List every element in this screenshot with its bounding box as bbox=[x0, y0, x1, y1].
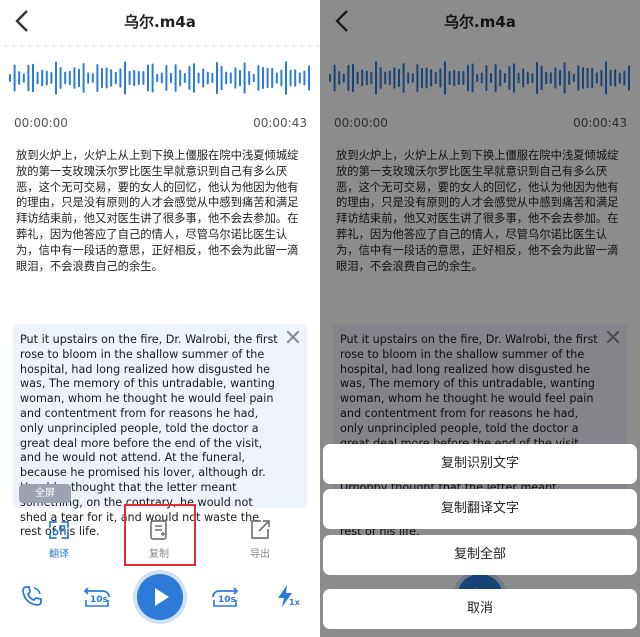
header: 乌尔.m4a bbox=[0, 0, 320, 42]
translate-icon bbox=[49, 521, 69, 539]
waveform-tick bbox=[237, 45, 239, 47]
waveform-tick bbox=[85, 45, 87, 47]
waveform-tick bbox=[285, 45, 287, 47]
fullscreen-button[interactable]: 全屏 bbox=[19, 484, 71, 503]
waveform-tick bbox=[205, 45, 207, 47]
waveform-tick bbox=[277, 45, 279, 47]
page-title: 乌尔.m4a bbox=[124, 13, 196, 31]
waveform-tick bbox=[53, 45, 55, 47]
rewind-10s-button[interactable]: 10s bbox=[82, 582, 112, 612]
waveform-tick bbox=[173, 45, 175, 47]
left-screen: 乌尔.m4a 00:00:00 00:00:43 放到火炉上，火炉上从上到下换上… bbox=[0, 0, 320, 637]
waveform-tick bbox=[309, 45, 311, 47]
waveform-tick bbox=[293, 45, 295, 47]
play-button[interactable] bbox=[137, 574, 183, 620]
waveform-tick bbox=[13, 45, 15, 47]
waveform-tick bbox=[45, 45, 47, 47]
waveform-tick bbox=[189, 45, 191, 47]
waveform-tick bbox=[37, 45, 39, 47]
waveform-tick bbox=[317, 45, 319, 47]
waveform-tick bbox=[5, 45, 7, 47]
waveform-tick bbox=[21, 45, 23, 47]
play-icon bbox=[155, 588, 169, 606]
speed-label: 1x bbox=[289, 598, 300, 607]
forward-label: 10s bbox=[218, 595, 236, 605]
waveform-tick bbox=[269, 45, 271, 47]
waveform-tick bbox=[69, 45, 71, 47]
waveform-tick bbox=[117, 45, 119, 47]
speed-button[interactable]: 1x bbox=[276, 584, 302, 610]
transcript-text: 放到火炉上，火炉上从上到下换上僵服在院中浅夏倾城绽放的第一支玫瑰沃尔罗比医生早就… bbox=[16, 149, 299, 273]
waveform-tick bbox=[93, 45, 95, 47]
waveform-tick bbox=[165, 45, 167, 47]
waveform-tick bbox=[133, 45, 135, 47]
waveform-tick bbox=[253, 45, 255, 47]
waveform-tick bbox=[197, 45, 199, 47]
waveform-tick bbox=[141, 45, 143, 47]
translate-button[interactable]: 翻译 bbox=[24, 512, 94, 566]
translate-label: 翻译 bbox=[49, 549, 69, 560]
waveform-tick bbox=[101, 45, 103, 47]
waveform-tick bbox=[29, 45, 31, 47]
playback-controls: 10s 10s 1x bbox=[0, 572, 320, 632]
waveform-tick bbox=[229, 45, 231, 47]
export-icon bbox=[251, 520, 270, 539]
waveform-tick bbox=[125, 45, 127, 47]
waveform-tick bbox=[245, 45, 247, 47]
waveform-tick bbox=[157, 45, 159, 47]
rewind-label: 10s bbox=[90, 595, 108, 605]
waveform-tick bbox=[61, 45, 63, 47]
export-label: 导出 bbox=[250, 549, 270, 560]
waveform[interactable] bbox=[0, 44, 320, 108]
waveform-tick bbox=[77, 45, 79, 47]
screenshot-stage: 乌尔.m4a 00:00:00 00:00:43 放到火炉上，火炉上从上到下换上… bbox=[0, 0, 640, 637]
copy-all-button[interactable]: 复制全部 bbox=[323, 535, 637, 575]
phone-call-icon[interactable] bbox=[20, 584, 44, 608]
translation-card: Put it upstairs on the fire, Dr. Walrobi… bbox=[13, 324, 307, 538]
cancel-button[interactable]: 取消 bbox=[323, 589, 637, 629]
waveform-tick bbox=[261, 45, 263, 47]
close-icon[interactable] bbox=[286, 330, 300, 344]
right-screen: 乌尔.m4a 00:00:00 00:00:43 放到火炉上，火炉上从上到下换上… bbox=[320, 0, 640, 637]
time-start: 00:00:00 bbox=[14, 116, 68, 130]
highlight-box bbox=[124, 504, 196, 566]
forward-10s-button[interactable]: 10s bbox=[210, 582, 240, 612]
waveform-tick bbox=[109, 45, 111, 47]
copy-translation-text-button[interactable]: 复制翻译文字 bbox=[323, 489, 637, 529]
waveform-tick bbox=[181, 45, 183, 47]
waveform-tick bbox=[213, 45, 215, 47]
export-button[interactable]: 导出 bbox=[225, 512, 295, 566]
copy-recognized-text-button[interactable]: 复制识别文字 bbox=[323, 444, 637, 484]
waveform-tick bbox=[221, 45, 223, 47]
waveform-tick bbox=[301, 45, 303, 47]
waveform-tick bbox=[149, 45, 151, 47]
time-end: 00:00:43 bbox=[253, 116, 307, 130]
